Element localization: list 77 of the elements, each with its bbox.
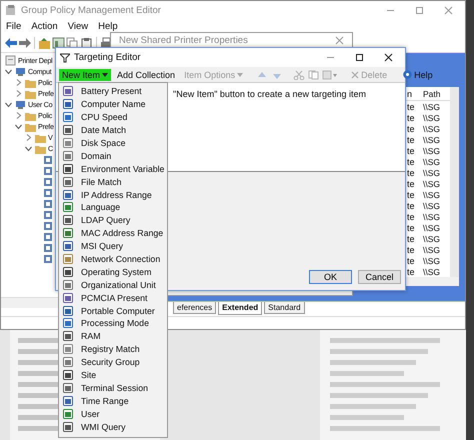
menu-item[interactable]: IP Address Range: [61, 188, 167, 202]
column-header[interactable]: Path: [423, 88, 440, 98]
menu-item[interactable]: CPU Speed: [61, 110, 167, 124]
cancel-button[interactable]: Cancel: [358, 270, 401, 284]
table-cell: \\SG: [423, 146, 440, 156]
table-cell-text: te: [406, 256, 416, 266]
tab[interactable]: Extended: [218, 302, 262, 315]
table-cell: \\SG: [423, 124, 440, 134]
menu-item[interactable]: MAC Address Range: [61, 226, 167, 240]
dropdown-button[interactable]: New Item: [59, 68, 112, 80]
menu-item[interactable]: Organizational Unit: [61, 278, 167, 292]
toolbar-button[interactable]: Add Collection: [114, 68, 178, 80]
menu-item[interactable]: Security Group: [61, 356, 167, 369]
menu-item[interactable]: LDAP Query: [61, 214, 167, 227]
menu-item[interactable]: Action: [31, 20, 58, 32]
table-cell: \\SG: [423, 178, 440, 188]
column-header[interactable]: n: [406, 88, 423, 98]
table-cell-text: te: [406, 266, 416, 276]
window-title: New Shared Printer Properties: [119, 35, 248, 46]
table-cell-text: te: [406, 124, 416, 134]
help-button[interactable]: Help: [400, 68, 436, 80]
menu-item[interactable]: Domain: [61, 149, 167, 162]
table-cell: \\SG: [423, 168, 440, 178]
table-cell: \\SG: [423, 156, 440, 166]
menu-item[interactable]: Computer Name: [61, 98, 167, 111]
menu-item[interactable]: Processing Mode: [61, 317, 167, 330]
table-cell-text: te: [406, 234, 416, 244]
table-cell: \\SG: [423, 222, 440, 232]
menu-item[interactable]: WMI Query: [61, 420, 167, 434]
table-cell-text: te: [406, 222, 416, 232]
table-cell-text: te: [406, 190, 416, 200]
ok-button[interactable]: OK: [309, 270, 352, 284]
table-cell-text: te: [406, 168, 416, 178]
tab[interactable]: Standard: [264, 302, 305, 314]
table-cell: \\SG: [423, 244, 440, 254]
menu-item[interactable]: Help: [98, 20, 118, 32]
tab[interactable]: eferences: [173, 302, 216, 314]
window-title: Group Policy Management Editor: [21, 4, 161, 16]
window-title: Targeting Editor: [74, 52, 141, 63]
table-cell-text: te: [406, 156, 416, 166]
menu-item[interactable]: Date Match: [61, 124, 167, 137]
table-cell-text: te: [406, 146, 416, 156]
instruction-text: "New Item" button to create a new targeting item: [173, 89, 366, 99]
menu-item[interactable]: Environment Variable: [61, 162, 167, 176]
menu-item[interactable]: Operating System: [61, 265, 167, 278]
menu-item[interactable]: Registry Match: [61, 342, 167, 356]
menu-item[interactable]: Site: [61, 368, 167, 382]
menu-item[interactable]: Portable Computer: [61, 304, 167, 318]
menu-item[interactable]: Time Range: [61, 394, 167, 408]
menu-item[interactable]: PCMCIA Present: [61, 291, 167, 304]
table-cell: \\SG: [423, 102, 440, 112]
menu-item[interactable]: View: [68, 20, 88, 32]
menu-item[interactable]: User: [61, 407, 167, 420]
menu-item[interactable]: MSI Query: [61, 240, 167, 253]
table-cell-text: te: [406, 178, 416, 188]
menu-item[interactable]: File: [6, 20, 22, 32]
table-cell: \\SG: [423, 256, 440, 266]
table-cell: \\SG: [423, 234, 440, 244]
table-cell: \\SG: [423, 200, 440, 210]
table-cell-text: te: [406, 112, 416, 122]
menu-item[interactable]: Network Connection: [61, 252, 167, 266]
table-cell: \\SG: [423, 190, 440, 200]
table-cell: \\SG: [423, 266, 440, 276]
menu-item[interactable]: Language: [61, 201, 167, 214]
table-cell-text: te: [406, 212, 416, 222]
menu-item[interactable]: File Match: [61, 175, 167, 188]
menu-item[interactable]: Terminal Session: [61, 381, 167, 394]
table-cell: \\SG: [423, 134, 440, 144]
table-cell: \\SG: [423, 212, 440, 222]
menu-item[interactable]: Battery Present: [61, 85, 167, 98]
menu-item[interactable]: RAM: [61, 330, 167, 343]
table-cell-text: te: [406, 244, 416, 254]
table-cell-text: te: [406, 200, 416, 210]
table-cell-text: te: [406, 134, 416, 144]
menu-item[interactable]: Disk Space: [61, 136, 167, 150]
table-cell: \\SG: [423, 112, 440, 122]
table-cell-text: te: [406, 102, 416, 112]
